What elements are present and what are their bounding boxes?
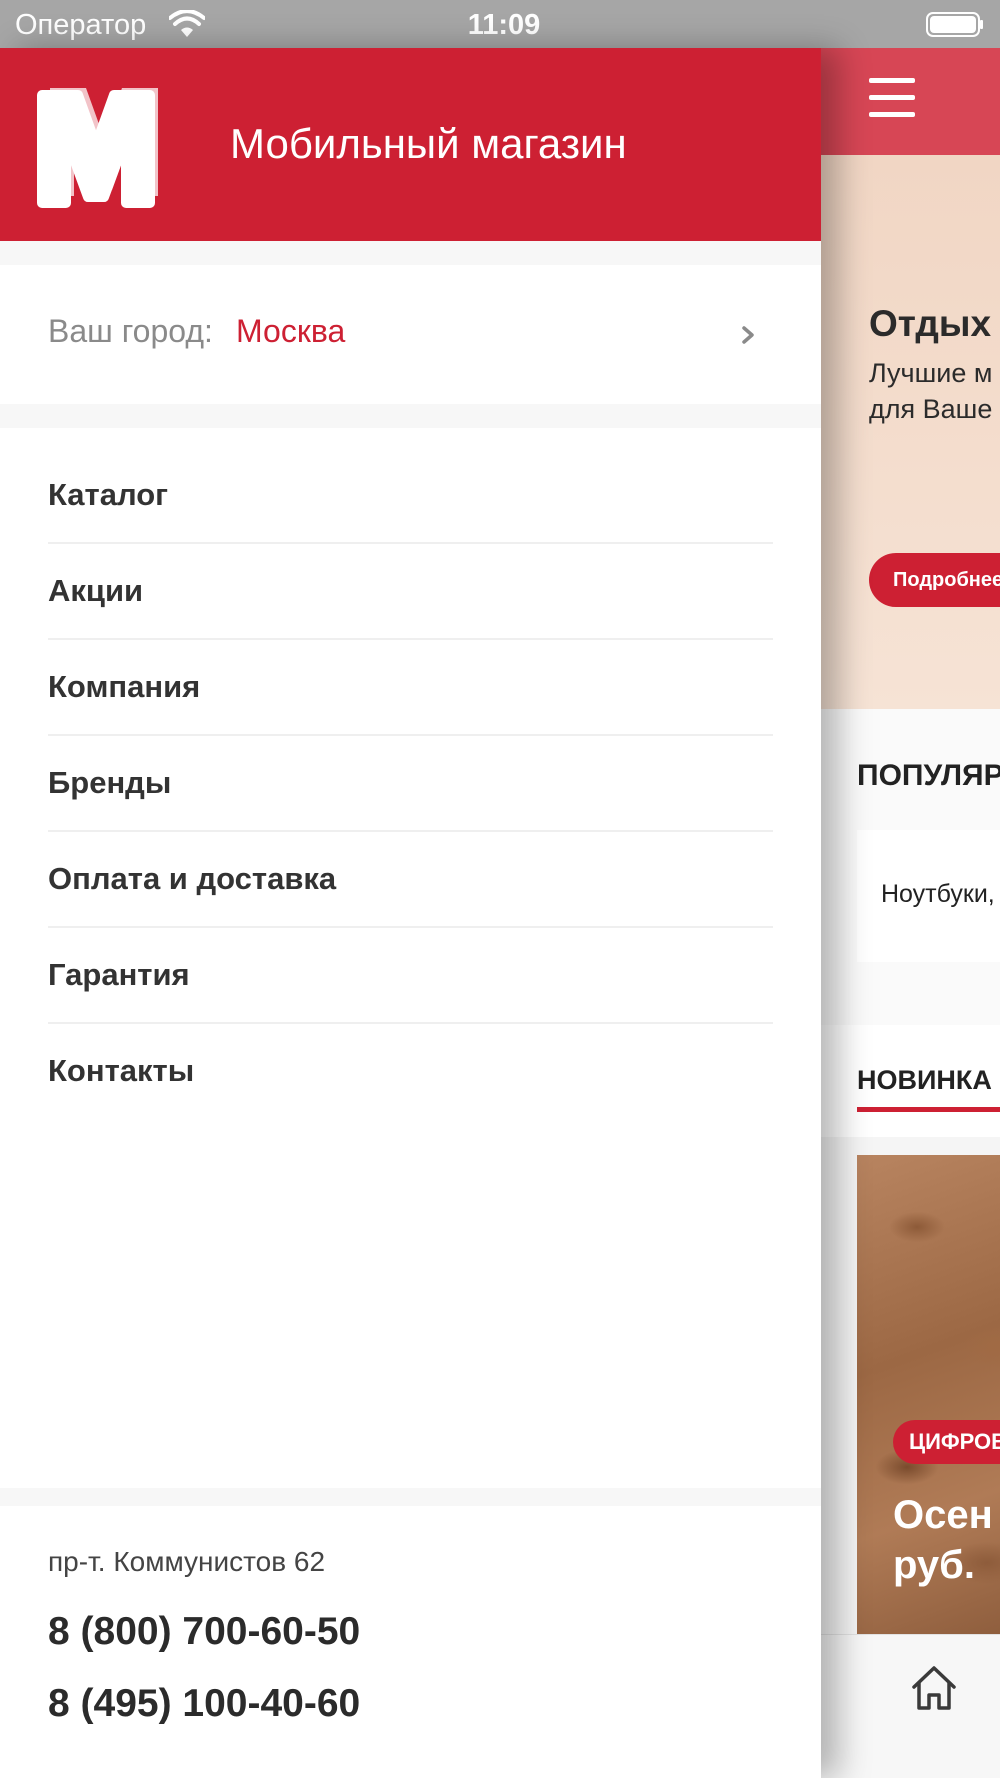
- drawer-menu: Каталог Акции Компания Бренды Оплата и д…: [48, 448, 773, 1120]
- menu-item-warranty[interactable]: Гарантия: [48, 928, 773, 1024]
- menu-item-promotions[interactable]: Акции: [48, 544, 773, 640]
- product-title-line2: руб.: [893, 1543, 975, 1587]
- main-header: [821, 48, 1000, 155]
- city-value: Москва: [236, 313, 346, 349]
- chevron-right-icon: [742, 326, 754, 344]
- divider: [0, 404, 821, 428]
- banner-title: Отдых: [869, 303, 992, 344]
- menu-icon[interactable]: [869, 78, 915, 118]
- menu-item-payment-delivery[interactable]: Оплата и доставка: [48, 832, 773, 928]
- promo-banner[interactable]: Отдых Лучшие м для Ваше Подробнее: [821, 155, 1000, 709]
- popular-title: ПОПУЛЯР: [857, 759, 1000, 792]
- main-screen: Отдых Лучшие м для Ваше Подробнее ПОПУЛЯ…: [821, 48, 1000, 1778]
- banner-subtitle-line2: для Ваше: [869, 394, 993, 424]
- navigation-drawer: Мобильный магазин Ваш город: Москва Ката…: [0, 48, 821, 1778]
- battery-icon: [926, 12, 983, 37]
- banner-subtitle: Лучшие м для Ваше: [869, 355, 1000, 427]
- banner-subtitle-line1: Лучшие м: [869, 358, 993, 388]
- clock: 11:09: [467, 9, 541, 41]
- tab-new[interactable]: НОВИНКА: [857, 1065, 992, 1096]
- tab-indicator: [857, 1107, 1000, 1112]
- drawer-footer: пр-т. Коммунистов 62 8 (800) 700-60-50 8…: [0, 1506, 821, 1778]
- drawer-header: Мобильный магазин: [0, 48, 821, 241]
- popular-section: ПОПУЛЯР Ноутбуки,: [821, 709, 1000, 1025]
- tab-bar: [821, 1634, 1000, 1778]
- new-section: НОВИНКА: [821, 1025, 1000, 1137]
- product-title-line1: Осен: [893, 1493, 993, 1537]
- divider: [0, 241, 821, 265]
- shop-name: Мобильный магазин: [230, 120, 627, 167]
- menu-item-catalog[interactable]: Каталог: [48, 448, 773, 544]
- menu-item-contacts[interactable]: Контакты: [48, 1024, 773, 1120]
- popular-card[interactable]: Ноутбуки,: [857, 830, 1000, 962]
- product-title: Осен руб.: [893, 1490, 993, 1590]
- banner-more-button[interactable]: Подробнее: [869, 553, 1000, 607]
- product-card[interactable]: ЦИФРОВ Осен руб.: [857, 1155, 1000, 1635]
- phone-link[interactable]: 8 (800) 700-60-50: [48, 1610, 360, 1654]
- menu-item-company[interactable]: Компания: [48, 640, 773, 736]
- home-icon[interactable]: [909, 1663, 959, 1713]
- shop-logo: [37, 88, 158, 208]
- store-address: пр-т. Коммунистов 62: [48, 1546, 326, 1577]
- menu-item-brands[interactable]: Бренды: [48, 736, 773, 832]
- popular-item: Ноутбуки,: [881, 880, 995, 908]
- product-badge: ЦИФРОВ: [893, 1420, 1000, 1464]
- divider: [0, 1488, 821, 1506]
- phone-link[interactable]: 8 (495) 100-40-60: [48, 1682, 360, 1726]
- status-bar: Оператор 11:09: [0, 0, 1000, 48]
- city-selector[interactable]: Ваш город: Москва: [0, 265, 821, 404]
- city-label: Ваш город:: [48, 313, 213, 349]
